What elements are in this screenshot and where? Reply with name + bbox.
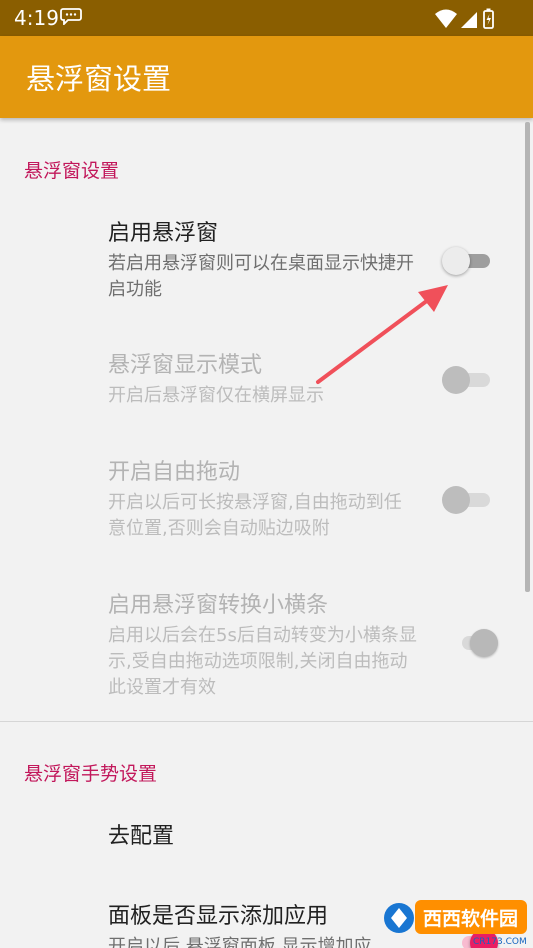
section-divider bbox=[0, 721, 533, 722]
section-header-floating-window: 悬浮窗设置 bbox=[24, 160, 120, 182]
page-title: 悬浮窗设置 bbox=[26, 62, 172, 96]
enable-floating-window-switch[interactable] bbox=[442, 241, 502, 281]
app-bar: 悬浮窗设置 bbox=[0, 36, 533, 118]
switch-thumb bbox=[470, 629, 498, 657]
pref-go-configure[interactable]: 去配置 bbox=[108, 822, 418, 852]
message-icon bbox=[60, 8, 82, 25]
pref-title: 开启自由拖动 bbox=[108, 460, 241, 485]
settings-list[interactable]: 悬浮窗设置 启用悬浮窗 若启用悬浮窗则可以在桌面显示快捷开启功能 悬浮窗显示模式… bbox=[0, 118, 533, 948]
watermark-url: CR173.COM bbox=[473, 937, 527, 947]
signal-icon bbox=[461, 12, 477, 28]
small-bar-switch[interactable] bbox=[450, 623, 510, 663]
annotation-arrow bbox=[316, 285, 448, 384]
pref-title: 启用悬浮窗 bbox=[108, 221, 219, 246]
pref-title: 去配置 bbox=[108, 824, 175, 849]
pref-small-bar[interactable]: 启用悬浮窗转换小横条 启用以后会在5s后自动转变为小横条显示,受自由拖动选项限制… bbox=[108, 591, 418, 701]
watermark-logo: 西西软件园 CR173.COM bbox=[384, 900, 527, 947]
watermark-brand: 西西软件园 bbox=[423, 907, 518, 930]
switch-thumb bbox=[442, 486, 470, 514]
scrollbar[interactable] bbox=[525, 122, 530, 592]
pref-summary: 开启以后可长按悬浮窗,自由拖动到任意位置,否则会自动贴边吸附 bbox=[108, 492, 402, 539]
switch-thumb bbox=[442, 247, 470, 275]
free-drag-switch[interactable] bbox=[442, 480, 502, 520]
section-header-gesture-settings: 悬浮窗手势设置 bbox=[24, 763, 158, 785]
status-bar: 4:19 bbox=[0, 0, 533, 36]
pref-summary: 启用以后会在5s后自动转变为小横条显示,受自由拖动选项限制,关闭自由拖动此设置才… bbox=[108, 625, 417, 698]
pref-free-drag[interactable]: 开启自由拖动 开启以后可长按悬浮窗,自由拖动到任意位置,否则会自动贴边吸附 bbox=[108, 458, 418, 542]
status-time: 4:19 bbox=[14, 6, 59, 30]
wifi-icon bbox=[435, 9, 457, 28]
pref-title: 启用悬浮窗转换小横条 bbox=[108, 593, 329, 618]
status-icons bbox=[435, 8, 494, 29]
